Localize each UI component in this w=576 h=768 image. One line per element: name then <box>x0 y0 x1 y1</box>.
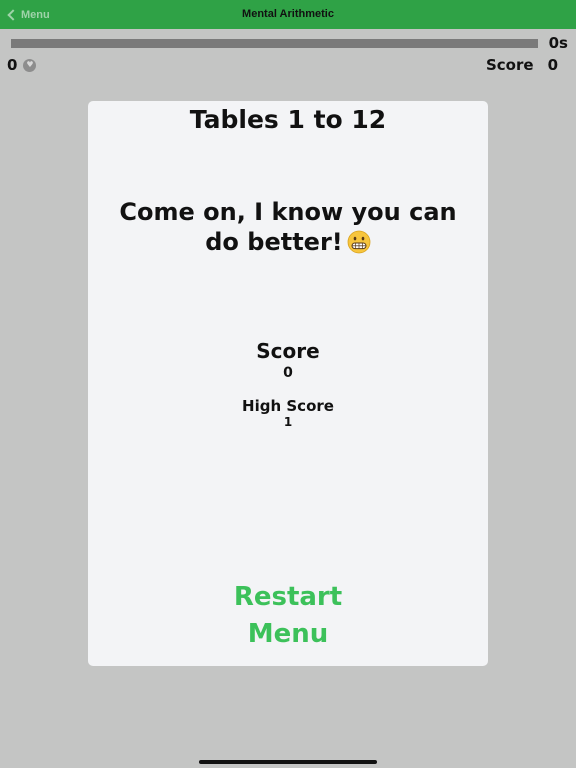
result-message-text: Come on, I know you can do better! <box>119 198 457 256</box>
high-score-label: High Score <box>242 397 334 415</box>
grimacing-face-icon <box>347 230 371 254</box>
home-indicator[interactable] <box>199 760 377 764</box>
final-score-label: Score <box>256 339 320 363</box>
card-title: Tables 1 to 12 <box>189 105 387 134</box>
result-message: Come on, I know you can do better! <box>118 197 458 257</box>
navigation-bar: Menu Mental Arithmetic <box>0 0 576 29</box>
timer-bar <box>11 39 538 48</box>
high-score-value: 1 <box>283 415 293 429</box>
timer-label: 0s <box>548 34 568 52</box>
score-value: 0 <box>547 56 558 74</box>
score-display: Score 0 <box>486 56 558 74</box>
final-score-value: 0 <box>283 365 293 381</box>
menu-button[interactable]: Menu <box>88 619 488 649</box>
result-card: Tables 1 to 12 Come on, I know you can d… <box>88 101 488 666</box>
lives-count: 0 <box>7 56 18 74</box>
heart-icon: ♥ <box>23 58 37 72</box>
score-label: Score <box>485 56 534 74</box>
restart-button[interactable]: Restart <box>88 582 488 612</box>
page-title: Mental Arithmetic <box>242 8 334 20</box>
lives-counter: 0 ♥ <box>7 56 37 74</box>
